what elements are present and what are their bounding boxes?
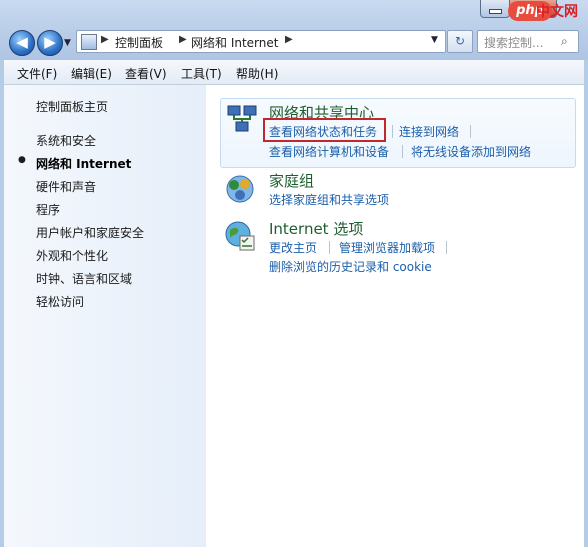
- recent-pages-dropdown[interactable]: ▼: [64, 38, 73, 48]
- address-dropdown-icon[interactable]: ▼: [431, 35, 438, 45]
- navigation-pane: 控制面板主页 系统和安全 ● 网络和 Internet 硬件和声音 程序 用户帐…: [4, 85, 206, 547]
- forward-button[interactable]: ▶: [37, 30, 63, 56]
- watermark-text: 中文网: [536, 4, 578, 20]
- refresh-icon: ↻: [454, 34, 466, 48]
- breadcrumb-separator[interactable]: ▶: [179, 34, 187, 45]
- title-bar: ✕ ◀ ▶ ▼ ▶ 控制面板 ▶ 网络和 Internet ▶ ▼ ↻ 搜索控制…: [0, 0, 588, 60]
- sidebar-item-clock-language[interactable]: 时钟、语言和区域: [36, 270, 132, 287]
- link-connect-to-network[interactable]: 连接到网络: [399, 123, 459, 140]
- control-panel-icon: [81, 34, 97, 50]
- sidebar-item-user-accounts[interactable]: 用户帐户和家庭安全: [36, 224, 144, 241]
- minimize-icon: [489, 9, 502, 14]
- back-button[interactable]: ◀: [9, 30, 35, 56]
- address-bar[interactable]: ▶ 控制面板 ▶ 网络和 Internet ▶ ▼: [76, 30, 446, 53]
- minimize-button[interactable]: [480, 0, 510, 18]
- sidebar-item-hardware-sound[interactable]: 硬件和声音: [36, 178, 96, 195]
- link-change-home-page[interactable]: 更改主页: [269, 239, 317, 256]
- sidebar-item-home[interactable]: 控制面板主页: [36, 98, 108, 115]
- menu-view[interactable]: 查看(V): [125, 65, 167, 82]
- window-frame-right: [584, 0, 588, 547]
- watermark-logo: php 中文网: [508, 0, 586, 21]
- menu-help[interactable]: 帮助(H): [236, 65, 278, 82]
- link-separator: [470, 125, 471, 138]
- network-icon: [227, 105, 257, 132]
- link-separator: [446, 241, 447, 254]
- menu-file[interactable]: 文件(F): [17, 65, 57, 82]
- sidebar-item-appearance[interactable]: 外观和个性化: [36, 247, 108, 264]
- category-title-homegroup[interactable]: 家庭组: [269, 170, 314, 191]
- current-item-bullet: ●: [18, 155, 26, 165]
- sidebar-item-programs[interactable]: 程序: [36, 201, 60, 218]
- breadcrumb-control-panel[interactable]: 控制面板: [115, 34, 163, 51]
- link-homegroup-sharing-options[interactable]: 选择家庭组和共享选项: [269, 191, 389, 208]
- category-title-internet-options[interactable]: Internet 选项: [269, 218, 363, 239]
- link-separator: [392, 125, 393, 138]
- menu-tools[interactable]: 工具(T): [181, 65, 222, 82]
- menu-bar: 文件(F) 编辑(E) 查看(V) 工具(T) 帮助(H): [4, 60, 584, 85]
- breadcrumb-separator[interactable]: ▶: [101, 34, 109, 45]
- search-icon[interactable]: ⌕: [561, 34, 568, 49]
- forward-arrow-icon: ▶: [44, 33, 56, 51]
- menu-edit[interactable]: 编辑(E): [71, 65, 112, 82]
- breadcrumb-separator[interactable]: ▶: [285, 34, 293, 45]
- annotation-highlight-box: [263, 118, 386, 142]
- sidebar-item-network-internet: 网络和 Internet: [36, 157, 132, 171]
- link-separator: [402, 145, 403, 158]
- link-manage-browser-addons[interactable]: 管理浏览器加载项: [339, 239, 435, 256]
- back-arrow-icon: ◀: [16, 33, 28, 51]
- link-view-network-computers[interactable]: 查看网络计算机和设备: [269, 143, 389, 160]
- breadcrumb-network-internet[interactable]: 网络和 Internet: [191, 34, 278, 51]
- link-add-wireless-device[interactable]: 将无线设备添加到网络: [411, 143, 531, 160]
- link-delete-browsing-history[interactable]: 删除浏览的历史记录和 cookie: [269, 258, 432, 275]
- content-pane: 网络和共享中心 查看网络状态和任务 连接到网络 查看网络计算机和设备 将无线设备…: [206, 85, 584, 547]
- search-input[interactable]: 搜索控制... ⌕: [477, 30, 579, 53]
- sidebar-item-system-security[interactable]: 系统和安全: [36, 132, 96, 149]
- refresh-button[interactable]: ↻: [447, 30, 473, 53]
- sidebar-item-ease-of-access[interactable]: 轻松访问: [36, 293, 84, 310]
- search-placeholder: 搜索控制...: [484, 36, 544, 50]
- link-separator: [329, 241, 330, 254]
- internet-options-icon: [225, 221, 255, 251]
- homegroup-icon: [226, 175, 254, 203]
